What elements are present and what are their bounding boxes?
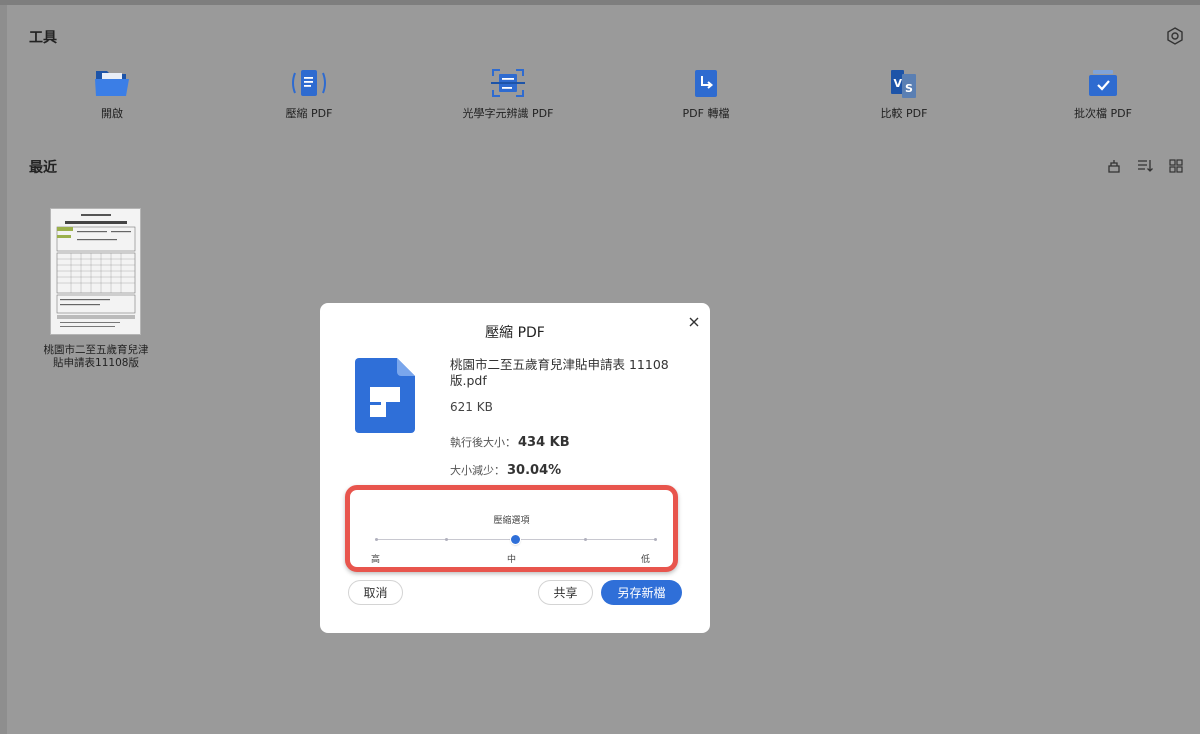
slider-tick <box>375 537 378 541</box>
slider-tick <box>445 537 448 541</box>
window-left-edge <box>0 5 7 734</box>
share-button[interactable]: 共享 <box>538 580 593 605</box>
compression-options-title: 壓縮選項 <box>493 516 530 526</box>
after-size-label: 執行後大小： <box>450 436 516 449</box>
batch-pdf-icon <box>1084 66 1122 100</box>
compression-slider[interactable] <box>375 535 657 544</box>
pdf-document-icon <box>355 358 415 433</box>
size-reduction-row: 大小減少： 30.04% <box>450 462 561 478</box>
ocr-scan-icon <box>489 66 527 100</box>
folder-icon <box>93 66 131 100</box>
tools-section-title: 工具 <box>29 30 57 46</box>
recent-file-item[interactable]: 桃園市二至五歲育兒津貼申請表11108版 <box>40 208 152 370</box>
size-reduction-label: 大小減少： <box>450 464 505 477</box>
tool-open-label: 開啟 <box>101 107 123 120</box>
svg-text:S: S <box>905 82 913 95</box>
recent-section-title: 最近 <box>29 160 57 176</box>
convert-pdf-icon <box>687 66 725 100</box>
dialog-file-size: 621 KB <box>450 400 493 414</box>
window-top-bar <box>0 0 1200 5</box>
slider-knob[interactable] <box>511 535 520 544</box>
compression-options-panel: 壓縮選項 高 中 低 <box>345 485 678 572</box>
slider-tick <box>654 537 657 541</box>
compress-pdf-icon <box>290 66 328 100</box>
tool-batch-pdf[interactable]: 批次檔 PDF <box>1003 66 1200 126</box>
recent-file-name: 桃園市二至五歲育兒津貼申請表11108版 <box>43 344 149 369</box>
after-size-row: 執行後大小： 434 KB <box>450 434 570 450</box>
option-medium-label[interactable]: 中 <box>507 552 516 565</box>
save-as-button[interactable]: 另存新檔 <box>601 580 682 605</box>
compare-pdf-icon: V S <box>885 66 923 100</box>
tool-compress-pdf-label: 壓縮 PDF <box>285 107 333 120</box>
size-reduction-value: 30.04% <box>507 463 562 478</box>
file-thumbnail <box>50 208 141 335</box>
settings-gear-icon[interactable] <box>1165 26 1185 46</box>
compress-dialog: 壓縮 PDF 桃園市二至五歲育兒津貼申請表 11108 版.pdf 621 KB… <box>320 303 710 633</box>
after-size-value: 434 KB <box>518 435 570 450</box>
tool-batch-pdf-label: 批次檔 PDF <box>1074 107 1132 120</box>
tool-ocr-pdf[interactable]: 光學字元辨識 PDF <box>408 66 608 126</box>
cancel-button[interactable]: 取消 <box>348 580 403 605</box>
tool-convert-pdf-label: PDF 轉檔 <box>682 107 730 120</box>
dialog-title: 壓縮 PDF <box>485 325 545 341</box>
cleanup-icon[interactable] <box>1105 157 1123 175</box>
tool-compare-pdf-label: 比較 PDF <box>880 107 928 120</box>
tool-open[interactable]: 開啟 <box>12 66 212 126</box>
grid-view-icon[interactable] <box>1167 157 1185 175</box>
sort-icon[interactable] <box>1136 157 1154 175</box>
tool-compress-pdf[interactable]: 壓縮 PDF <box>209 66 409 126</box>
option-high-label[interactable]: 高 <box>371 552 380 565</box>
slider-tick <box>584 537 587 541</box>
tool-ocr-pdf-label: 光學字元辨識 PDF <box>462 107 554 120</box>
close-icon[interactable] <box>684 312 704 332</box>
svg-text:V: V <box>894 77 903 90</box>
tool-convert-pdf[interactable]: PDF 轉檔 <box>606 66 806 126</box>
dialog-file-name: 桃園市二至五歲育兒津貼申請表 11108 版.pdf <box>450 357 669 388</box>
option-low-label[interactable]: 低 <box>641 552 650 565</box>
tool-compare-pdf[interactable]: V S 比較 PDF <box>804 66 1004 126</box>
